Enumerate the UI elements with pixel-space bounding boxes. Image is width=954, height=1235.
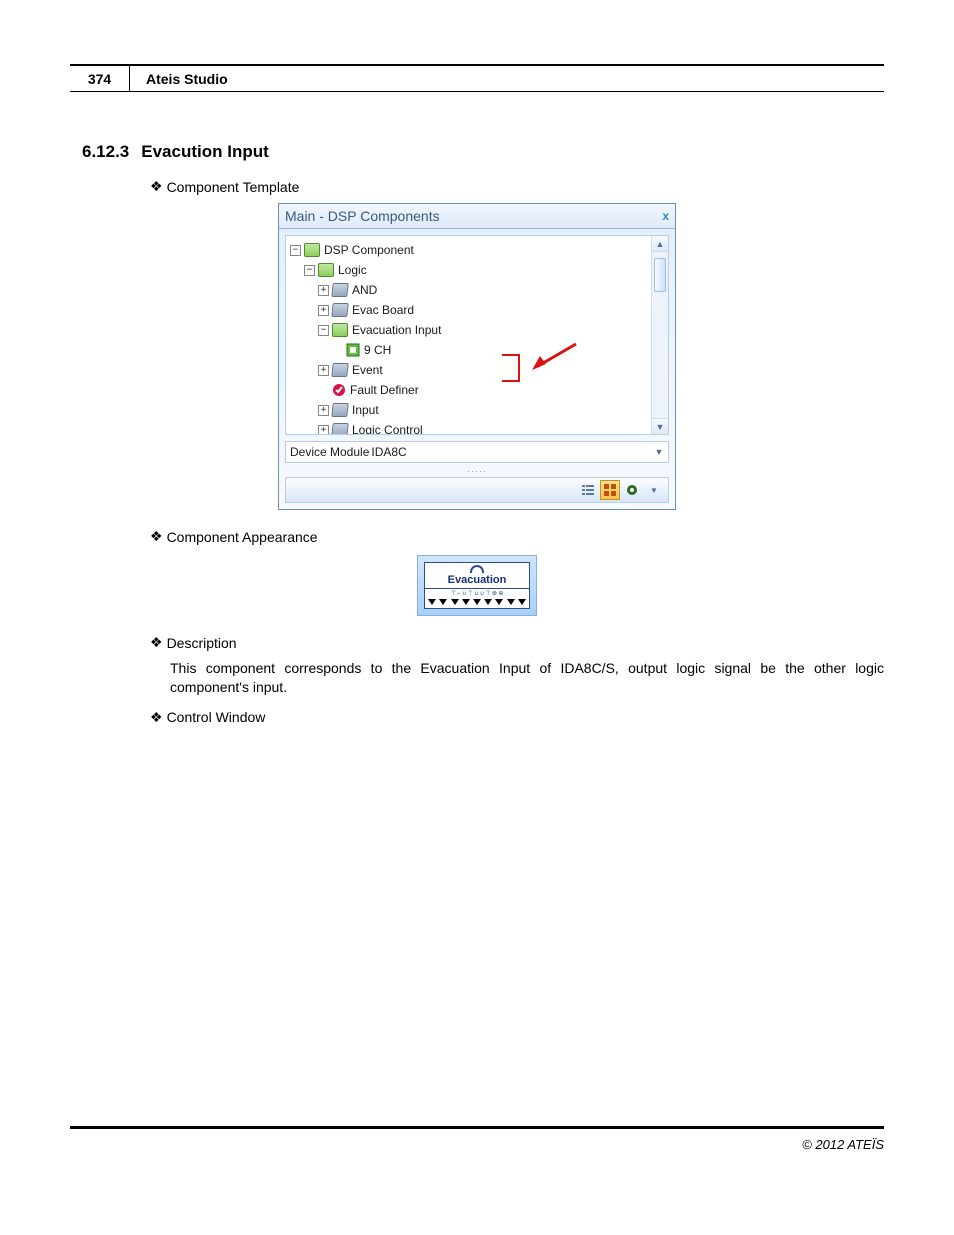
scroll-down-icon[interactable]: ▼ [652, 418, 668, 434]
bullet-label: Control Window [167, 709, 266, 725]
tree-label: DSP Component [324, 240, 414, 260]
page-number: 374 [70, 66, 130, 91]
folder-icon [331, 303, 348, 317]
folder-open-icon [304, 243, 320, 257]
tree-node-event[interactable]: + Event [290, 360, 664, 380]
folder-open-icon [318, 263, 334, 277]
tree-node-logic-control[interactable]: + Logic Control [290, 420, 664, 435]
folder-icon [331, 363, 348, 377]
tree-node-input[interactable]: + Input [290, 400, 664, 420]
scroll-thumb[interactable] [654, 258, 666, 292]
panel-title-text: Main - DSP Components [285, 208, 440, 224]
section-heading: 6.12.3 Evacution Input [70, 142, 884, 162]
section-number: 6.12.3 [82, 142, 129, 162]
doc-title: Ateis Studio [130, 66, 228, 91]
tree-label: Logic Control [352, 420, 423, 435]
component-icon [346, 343, 360, 357]
close-icon[interactable]: x [662, 209, 669, 223]
bullet-control-window: ❖ Control Window [150, 709, 884, 726]
component-label: Evacuation [425, 574, 529, 588]
bullet-label: Component Appearance [167, 529, 318, 545]
diamond-icon: ❖ [150, 528, 163, 545]
expand-icon[interactable]: + [318, 305, 329, 316]
component-appearance: Evacuation ⊤ ⌐ ∪ ⊤ ∪ ∪ ⊤ ⊗ ⊕ [417, 555, 537, 616]
tree-label: Logic [338, 260, 367, 280]
page-footer: © 2012 ATEÏS [70, 1126, 884, 1152]
page-header: 374 Ateis Studio [70, 64, 884, 92]
scrollbar[interactable]: ▲ ▼ [651, 236, 668, 434]
diamond-icon: ❖ [150, 178, 163, 195]
collapse-icon[interactable]: − [318, 325, 329, 336]
settings-button[interactable] [622, 480, 642, 500]
description-text: This component corresponds to the Evacua… [170, 659, 884, 697]
list-view-button[interactable] [578, 480, 598, 500]
bullet-template: ❖ Component Template [150, 178, 884, 195]
toolbar-dropdown-icon[interactable]: ▼ [644, 480, 664, 500]
panel-titlebar: Main - DSP Components x [279, 204, 675, 229]
bullet-appearance: ❖ Component Appearance [150, 528, 884, 545]
tree-node-logic[interactable]: − Logic [290, 260, 664, 280]
bullet-label: Component Template [167, 179, 300, 195]
expand-icon[interactable]: + [318, 365, 329, 376]
port-labels: ⊤ ⌐ ∪ ⊤ ∪ ∪ ⊤ ⊗ ⊕ [425, 588, 529, 598]
handle-icon [470, 565, 484, 573]
resize-grip[interactable]: ····· [279, 465, 675, 477]
folder-open-icon [332, 323, 348, 337]
tree-label: Input [352, 400, 379, 420]
section-title: Evacution Input [141, 142, 269, 162]
components-panel: Main - DSP Components x − DSP Component … [278, 203, 676, 510]
folder-icon [331, 403, 348, 417]
tree-node-9ch[interactable]: 9 CH [290, 340, 664, 360]
tree-label: Fault Definer [350, 380, 419, 400]
tree-node-fault-definer[interactable]: Fault Definer [290, 380, 664, 400]
folder-icon [331, 283, 348, 297]
device-module-dropdown[interactable]: Device Module IDA8C ▼ [285, 441, 669, 463]
tree-node-root[interactable]: − DSP Component [290, 240, 664, 260]
scroll-up-icon[interactable]: ▲ [652, 236, 668, 252]
collapse-icon[interactable]: − [290, 245, 301, 256]
expand-icon[interactable]: + [318, 405, 329, 416]
bullet-label: Description [167, 635, 237, 651]
expand-icon[interactable]: + [318, 285, 329, 296]
tree-node-evac-board[interactable]: + Evac Board [290, 300, 664, 320]
diamond-icon: ❖ [150, 634, 163, 651]
tree-label: Event [352, 360, 383, 380]
tree-label: AND [352, 280, 377, 300]
collapse-icon[interactable]: − [304, 265, 315, 276]
chevron-down-icon[interactable]: ▼ [650, 447, 668, 457]
tree-node-and[interactable]: + AND [290, 280, 664, 300]
tree-label: Evac Board [352, 300, 414, 320]
folder-icon [331, 423, 348, 435]
tree-view[interactable]: − DSP Component − Logic + AND [285, 235, 669, 435]
output-ports [425, 598, 529, 608]
bullet-description: ❖ Description [150, 634, 884, 651]
device-label: Device Module [286, 445, 369, 459]
device-value: IDA8C [369, 445, 650, 459]
grid-view-button[interactable] [600, 480, 620, 500]
diamond-icon: ❖ [150, 709, 163, 726]
expand-icon[interactable]: + [318, 425, 329, 436]
tree-label: 9 CH [364, 340, 391, 360]
panel-toolbar: ▼ [285, 477, 669, 503]
fault-icon [332, 383, 346, 397]
tree-label: Evacuation Input [352, 320, 441, 340]
tree-node-evac-input[interactable]: − Evacuation Input [290, 320, 664, 340]
